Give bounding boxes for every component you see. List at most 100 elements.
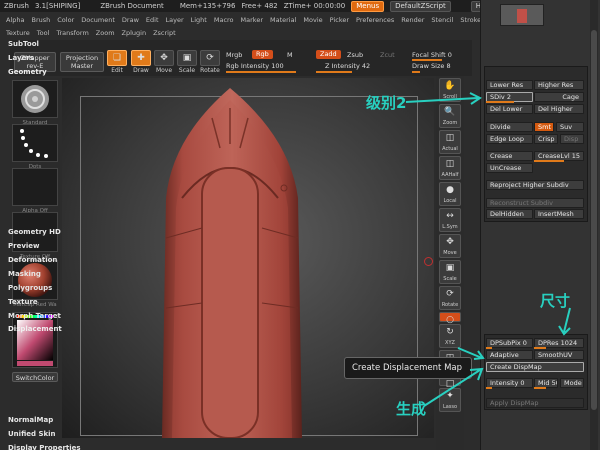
display-properties-header[interactable]: Display Properties: [8, 444, 81, 450]
normalmap-header[interactable]: NormalMap: [8, 416, 53, 424]
menu-item[interactable]: Brush: [31, 16, 50, 24]
menu-item[interactable]: Color: [57, 16, 74, 24]
menu-item[interactable]: Picker: [330, 16, 349, 24]
create-dispmap-button[interactable]: Create DispMap: [486, 362, 584, 372]
menu-item[interactable]: Marker: [241, 16, 263, 24]
geometry-header[interactable]: Geometry: [8, 68, 47, 76]
default-zscript-button[interactable]: DefaultZScript: [390, 0, 451, 12]
move-button[interactable]: ✥ Move: [153, 50, 175, 74]
uncrease-button[interactable]: UnCrease: [486, 163, 533, 173]
projection-master-button[interactable]: Projection Master: [60, 52, 104, 72]
menu-item[interactable]: Stroke: [460, 16, 480, 24]
del-higher-button[interactable]: Del Higher: [534, 104, 584, 114]
menu-item[interactable]: Light: [191, 16, 207, 24]
unified-skin-header[interactable]: Unified Skin: [8, 430, 56, 438]
rgb-button[interactable]: Rgb: [252, 50, 273, 59]
brush-cursor: [424, 257, 433, 266]
material-thumbnail[interactable]: MatCap Red Wa: [12, 260, 58, 308]
stroke-thumbnail[interactable]: Dots: [12, 124, 58, 170]
z-intensity-slider[interactable]: Z Intensity 42: [325, 62, 370, 70]
subtool-header[interactable]: SubTool: [8, 40, 39, 48]
suv-toggle[interactable]: Suv: [556, 122, 584, 132]
menu-item[interactable]: Stencil: [431, 16, 453, 24]
del-hidden-button[interactable]: DelHidden: [486, 209, 533, 219]
zcut-button[interactable]: Zcut: [380, 51, 395, 59]
divide-button[interactable]: Divide: [486, 122, 533, 132]
sculpt-model[interactable]: [62, 78, 434, 438]
switch-color-button[interactable]: SwitchColor: [12, 372, 58, 382]
cage-button[interactable]: Cage: [534, 92, 584, 102]
menu-item[interactable]: Zoom: [96, 29, 115, 37]
rgb-intensity-slider[interactable]: Rgb Intensity 100: [226, 62, 284, 70]
edit-button[interactable]: ❏ Edit: [106, 50, 128, 74]
menu-item[interactable]: Texture: [6, 29, 30, 37]
right-shelf-button-scale[interactable]: ▣ Scale: [439, 260, 461, 284]
menu-item[interactable]: Document: [81, 16, 115, 24]
menu-item[interactable]: Movie: [303, 16, 322, 24]
layers-header[interactable]: Layers: [8, 54, 34, 62]
zsub-button[interactable]: Zsub: [347, 51, 363, 59]
scale-button[interactable]: ▣ Scale: [176, 50, 198, 74]
deformation-header[interactable]: Deformation: [8, 256, 57, 264]
alpha-thumbnail[interactable]: Alpha Off: [12, 168, 58, 214]
focal-shift-slider[interactable]: Focal Shift 0: [412, 51, 452, 59]
right-shelf-button-local[interactable]: ● Local: [439, 182, 461, 206]
free-readout: Free+ 482: [241, 2, 278, 10]
right-shelf-label: AAHalf: [441, 172, 459, 178]
palette-scroll-thumb[interactable]: [591, 30, 597, 410]
menu-item[interactable]: Transform: [56, 29, 88, 37]
reproject-higher-subdiv-button[interactable]: Reproject Higher Subdiv: [486, 180, 584, 190]
brush-thumbnail[interactable]: Standard: [12, 80, 58, 126]
disp-toggle[interactable]: Disp: [560, 134, 584, 144]
right-shelf-button-spacer[interactable]: ○: [439, 312, 461, 325]
del-lower-button[interactable]: Del Lower: [486, 104, 533, 114]
displacement-header[interactable]: Displacement: [8, 325, 62, 333]
menu-item[interactable]: Tool: [37, 29, 50, 37]
color-picker[interactable]: [12, 312, 58, 368]
zadd-button[interactable]: Zadd: [316, 50, 341, 59]
lower-res-button[interactable]: Lower Res: [486, 80, 533, 90]
right-shelf-icon: ◫: [445, 133, 455, 143]
crease-button[interactable]: Crease: [486, 151, 533, 161]
right-shelf-button-aahalf[interactable]: ◫ AAHalf: [439, 156, 461, 180]
higher-res-button[interactable]: Higher Res: [534, 80, 584, 90]
menu-item[interactable]: Alpha: [6, 16, 24, 24]
geometry-hd-header[interactable]: Geometry HD: [8, 228, 61, 236]
masking-header[interactable]: Masking: [8, 270, 41, 278]
menu-item[interactable]: Zplugin: [122, 29, 147, 37]
rotate-button[interactable]: ⟳ Rotate: [199, 50, 221, 74]
crisp-toggle[interactable]: Crisp: [534, 134, 558, 144]
menus-button[interactable]: Menus: [351, 0, 385, 12]
mrgb-button[interactable]: Mrgb: [226, 51, 242, 59]
memory-readout: Mem+135+796: [179, 2, 236, 10]
menu-item[interactable]: Material: [270, 16, 296, 24]
menu-item[interactable]: Layer: [166, 16, 184, 24]
polygroups-header[interactable]: Polygroups: [8, 284, 52, 292]
preview-header[interactable]: Preview: [8, 242, 40, 250]
menu-item[interactable]: Preferences: [356, 16, 394, 24]
adaptive-toggle[interactable]: Adaptive: [486, 350, 533, 360]
edge-loop-button[interactable]: Edge Loop: [486, 134, 533, 144]
morph-target-header[interactable]: Morph Target: [8, 312, 61, 320]
apply-dispmap-button[interactable]: Apply DispMap: [486, 398, 584, 408]
smt-toggle[interactable]: Smt: [534, 122, 554, 132]
right-shelf-button-lsym[interactable]: ↔ L.Sym: [439, 208, 461, 232]
smooth-uv-toggle[interactable]: SmoothUV: [534, 350, 584, 360]
texture-header[interactable]: Texture: [8, 298, 38, 306]
menu-item[interactable]: Draw: [122, 16, 139, 24]
reconstruct-subdiv-button[interactable]: Reconstruct Subdiv: [486, 198, 584, 208]
draw-button[interactable]: ✚ Draw: [130, 50, 152, 74]
draw-size-slider[interactable]: Draw Size 8: [412, 62, 451, 70]
menu-item[interactable]: Macro: [214, 16, 234, 24]
right-shelf-button-rotate[interactable]: ⟳ Rotate: [439, 286, 461, 310]
intensity-slider[interactable]: Intensity 0: [486, 378, 533, 388]
right-shelf-button-move[interactable]: ✥ Move: [439, 234, 461, 258]
menu-item[interactable]: Zscript: [153, 29, 176, 37]
m-button[interactable]: M: [287, 51, 293, 59]
dp-subpix-slider[interactable]: DPSubPix 0: [486, 338, 533, 348]
menu-item[interactable]: Render: [401, 16, 424, 24]
mode-toggle[interactable]: Mode: [560, 378, 584, 388]
insert-mesh-button[interactable]: InsertMesh: [534, 209, 584, 219]
menu-item[interactable]: Edit: [146, 16, 159, 24]
right-shelf-button-actual[interactable]: ◫ Actual: [439, 130, 461, 154]
